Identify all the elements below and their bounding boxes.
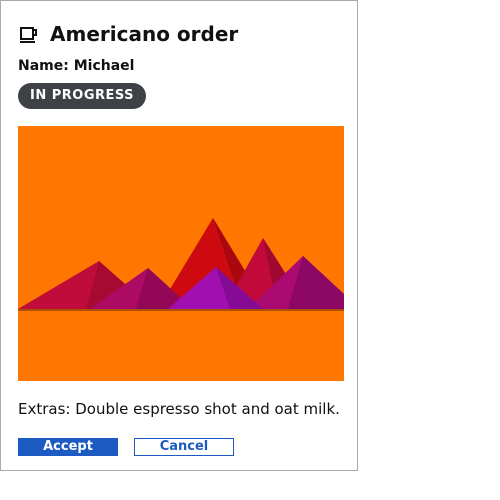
order-card: Americano order Name: Michael IN PROGRES… [0,0,358,471]
order-extras: Extras: Double espresso shot and oat mil… [18,400,340,418]
customer-name: Name: Michael [18,58,135,74]
order-image [18,126,344,381]
order-title: Americano order [50,22,239,46]
card-header: Americano order [18,21,238,47]
coffee-cup-icon [18,23,40,45]
cancel-button[interactable]: Cancel [134,438,234,456]
accept-button[interactable]: Accept [18,438,118,456]
status-badge: IN PROGRESS [18,83,147,109]
mountains-illustration [18,126,344,381]
